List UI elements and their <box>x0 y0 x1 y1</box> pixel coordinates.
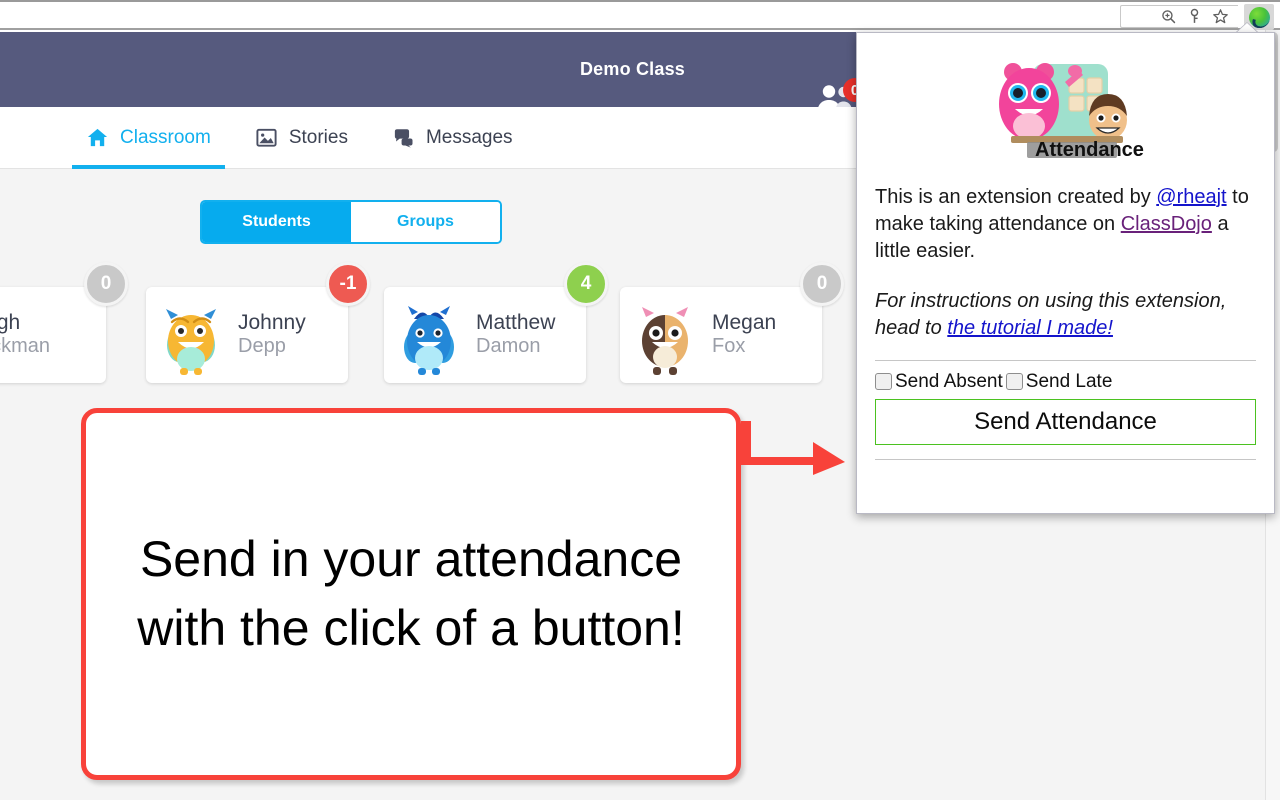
students-groups-toggle: Students Groups <box>200 200 502 244</box>
tab-messages-label: Messages <box>425 126 513 148</box>
instruction-callout-text: Send in your attendance with the click o… <box>137 531 685 656</box>
logo-caption: Attendance <box>1035 139 1144 161</box>
student-avatar <box>642 307 688 375</box>
chat-bubble-icon <box>394 129 413 148</box>
tab-classroom-label: Classroom <box>120 126 211 148</box>
browser-toolbar <box>0 0 1280 30</box>
tab-classroom[interactable]: Classroom <box>72 107 225 169</box>
student-last-name: Depp <box>238 334 286 357</box>
attendance-extension-popup: Attendance This is an extension created … <box>856 32 1275 514</box>
student-card[interactable]: Hugh Jackman 0 <box>0 262 128 383</box>
student-name: Matthew Damon <box>476 310 556 358</box>
student-avatar <box>404 306 454 375</box>
student-points-badge[interactable]: 4 <box>564 262 608 306</box>
student-first-name: Megan <box>712 310 777 334</box>
student-last-name: Fox <box>712 334 746 357</box>
send-absent-label: Send Absent <box>895 370 1003 392</box>
student-first-name: Hugh <box>0 310 21 334</box>
divider-below-button <box>875 458 1256 460</box>
student-points-badge[interactable]: 0 <box>800 262 844 306</box>
student-last-name: Jackman <box>0 334 51 357</box>
toggle-groups[interactable]: Groups <box>351 202 500 242</box>
student-name: Megan Fox <box>712 310 777 358</box>
toggle-students[interactable]: Students <box>202 202 351 242</box>
page-title: Demo Class <box>579 59 686 79</box>
omnibox-right-cluster <box>1120 5 1238 28</box>
tab-messages[interactable]: Messages <box>392 107 513 169</box>
tutorial-link[interactable]: the tutorial I made! <box>947 317 1113 339</box>
password-key-icon[interactable] <box>1186 8 1203 25</box>
send-late-label: Send Late <box>1025 370 1113 392</box>
divider-above-options <box>875 359 1256 361</box>
home-icon <box>87 128 108 147</box>
student-name: Hugh Jackman <box>0 310 51 358</box>
send-attendance-button[interactable]: Send Attendance <box>875 398 1256 445</box>
tab-stories[interactable]: Stories <box>255 107 348 169</box>
tab-stories-label: Stories <box>288 126 348 148</box>
instruction-callout: Send in your attendance with the click o… <box>81 408 741 780</box>
send-late-checkbox[interactable] <box>1005 373 1023 391</box>
send-absent-checkbox[interactable] <box>875 373 892 391</box>
student-first-name: Matthew <box>476 310 556 334</box>
desc-part-1: This is an extension created by <box>875 186 1157 208</box>
callout-arrow-icon <box>739 421 845 475</box>
student-name: Johnny Depp <box>238 310 306 358</box>
classdojo-link[interactable]: ClassDojo <box>1121 213 1212 235</box>
student-points-badge[interactable]: 0 <box>84 262 128 306</box>
student-card[interactable]: Megan Fox 0 <box>620 262 844 383</box>
student-card[interactable]: Johnny Depp -1 <box>146 262 370 383</box>
student-last-name: Damon <box>476 334 541 357</box>
student-card[interactable]: Matthew Damon 4 <box>384 262 608 383</box>
student-points-badge[interactable]: -1 <box>326 262 370 306</box>
active-tab-underline <box>72 164 225 169</box>
rheajt-link[interactable]: @rheajt <box>1156 186 1226 208</box>
attendance-options: Send Absent Send Late <box>875 371 1256 393</box>
attendance-logo-icon: Attendance <box>999 63 1144 161</box>
screen: Demo Class 0 Classroom Stories Messages … <box>0 0 1280 800</box>
popup-description: This is an extension created by @rheajt … <box>875 184 1256 266</box>
zoom-icon[interactable] <box>1160 8 1177 25</box>
student-first-name: Johnny <box>238 310 306 334</box>
bookmark-star-icon[interactable] <box>1212 8 1229 25</box>
popup-logo: Attendance <box>875 33 1256 178</box>
student-avatar <box>166 309 216 375</box>
photo-frame-icon <box>256 128 277 147</box>
popup-instructions: For instructions on using this extension… <box>875 288 1256 342</box>
